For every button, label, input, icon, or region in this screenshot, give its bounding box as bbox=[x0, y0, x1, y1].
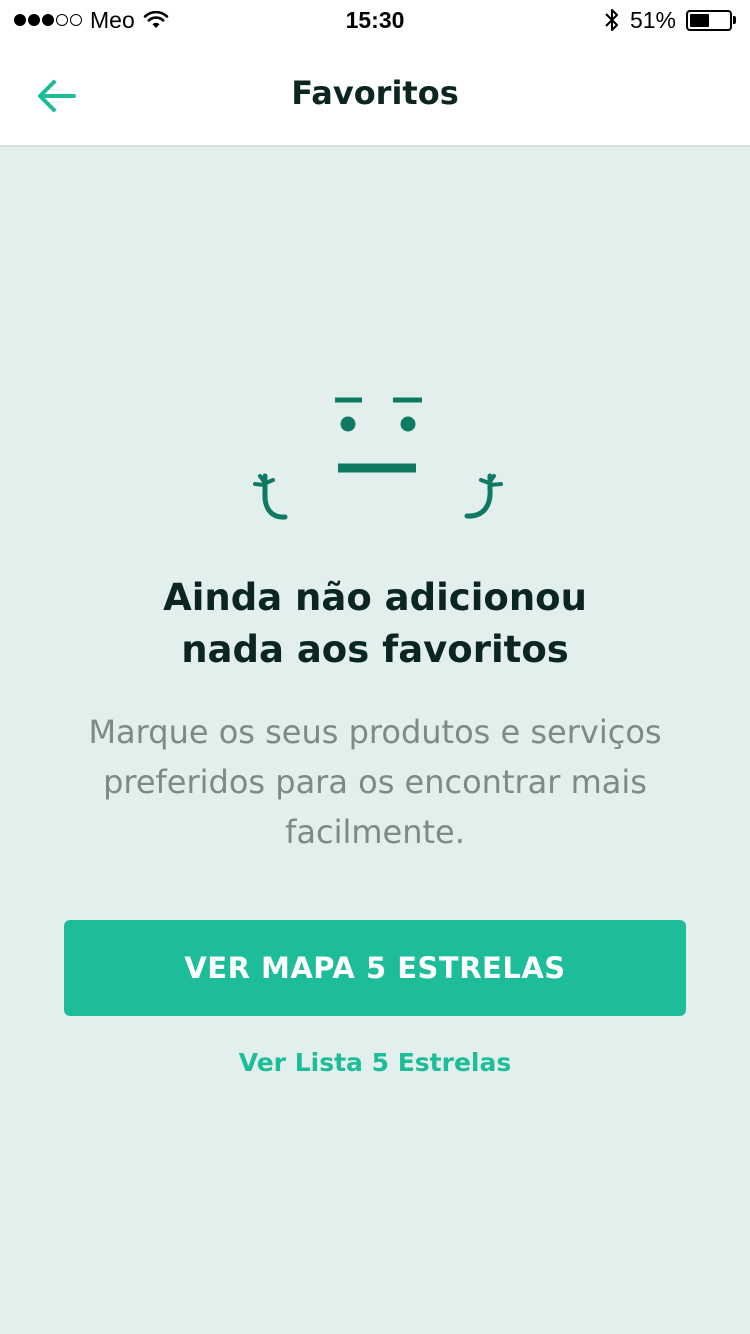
bluetooth-icon bbox=[604, 7, 620, 33]
nav-bar: Favoritos bbox=[0, 40, 750, 147]
empty-desc-line: Marque os seus produtos e serviços bbox=[88, 713, 662, 751]
battery-percent: 51% bbox=[629, 6, 676, 33]
empty-desc-line: preferidos para os encontrar mais bbox=[103, 763, 647, 801]
shrug-face-icon bbox=[253, 397, 503, 520]
empty-title-line: nada aos favoritos bbox=[181, 628, 569, 671]
empty-desc-line: facilmente. bbox=[285, 813, 465, 851]
view-list-link[interactable]: Ver Lista 5 Estrelas bbox=[0, 1048, 750, 1077]
battery-fill bbox=[690, 13, 710, 27]
status-right: 51% bbox=[604, 6, 736, 34]
battery-body bbox=[686, 9, 732, 31]
empty-title-line: Ainda não adicionou bbox=[163, 576, 587, 619]
page-title: Favoritos bbox=[291, 74, 459, 112]
battery-tip bbox=[733, 16, 736, 24]
status-bar: Meo 15:30 51% bbox=[0, 0, 750, 40]
battery-icon bbox=[686, 9, 736, 31]
empty-state-description: Marque os seus produtos e serviços prefe… bbox=[60, 707, 690, 857]
empty-state-title: Ainda não adicionou nada aos favoritos bbox=[60, 572, 690, 676]
view-map-button[interactable]: VER MAPA 5 ESTRELAS bbox=[64, 920, 686, 1016]
